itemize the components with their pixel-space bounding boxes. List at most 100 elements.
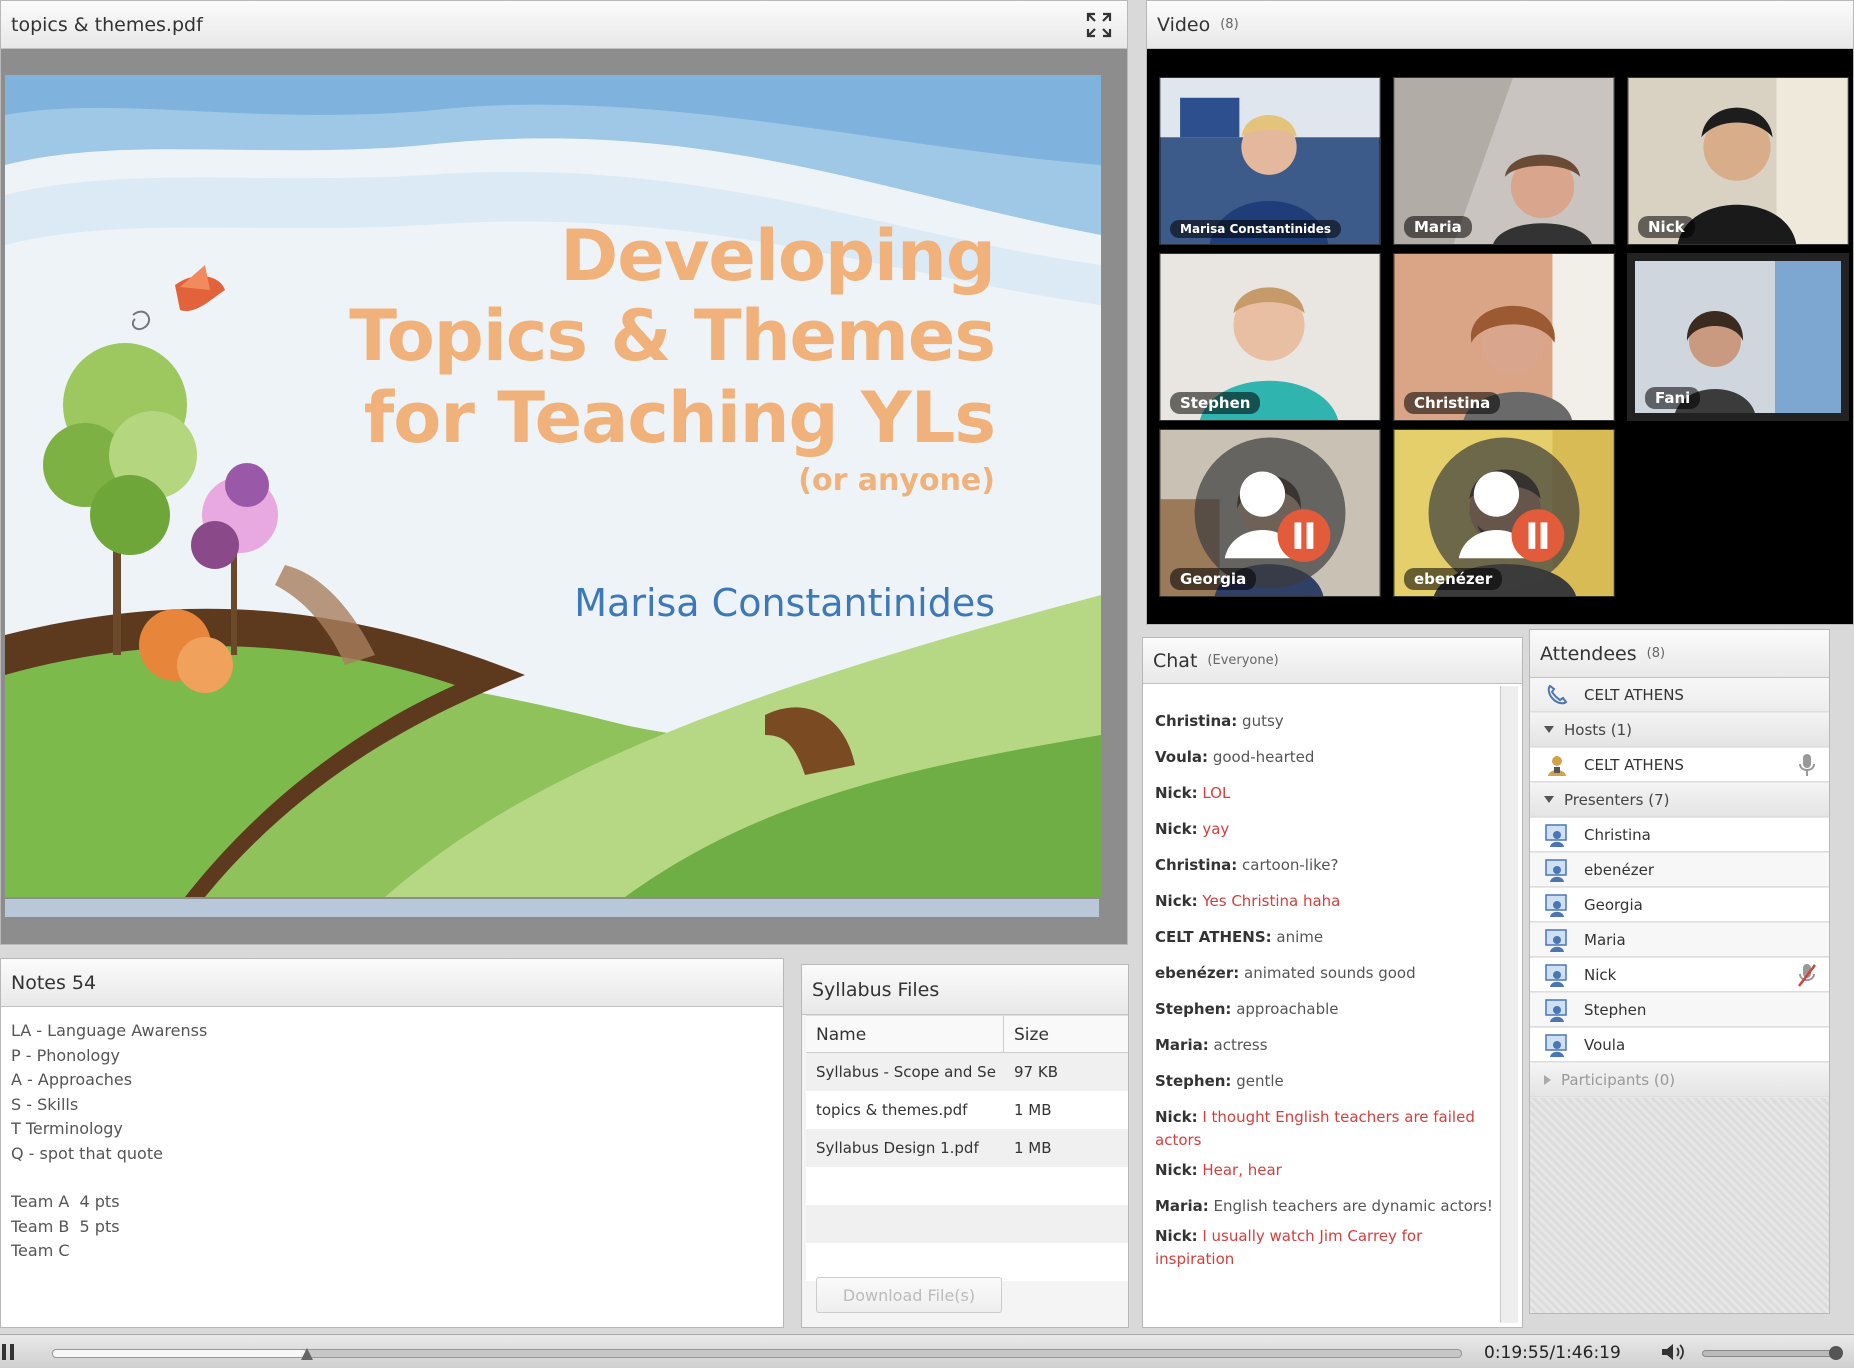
notes-pod-title: Notes 54 [11,971,97,994]
attendee-row-host[interactable]: CELT ATHENS [1530,748,1829,782]
video-pod-header: Video (8) [1147,1,1853,49]
file-size: 1 MB [1014,1101,1052,1119]
playhead-icon[interactable] [300,1348,313,1360]
attendee-row-presenter[interactable]: Voula [1530,1028,1829,1062]
chat-sender: Nick: [1155,1227,1198,1245]
speaker-icon[interactable] [1660,1341,1688,1363]
chat-sender: Christina: [1155,856,1238,874]
attendee-name: Voula [1584,1035,1626,1054]
chat-message: Stephen: approachable [1155,998,1493,1021]
presenter-user-icon [1545,893,1567,917]
chat-pod: Chat (Everyone) Christina: gutsy Voula: g… [1142,637,1523,1328]
video-tile-marisa[interactable]: Marisa Constantinides [1159,77,1381,245]
share-scrollbar[interactable] [5,899,1099,917]
video-name-label: Marisa Constantinides [1170,220,1341,238]
chat-message: Nick: yay [1155,818,1493,841]
presenters-group-header[interactable]: Presenters (7) [1530,783,1829,817]
chat-sender: Stephen: [1155,1000,1232,1018]
empty-file-row [806,1167,1128,1205]
team-score-line: Team B 5 pts [11,1216,120,1236]
volume-slider-thumb[interactable] [1829,1346,1843,1360]
video-tile-ebenezer[interactable]: ebenézer [1393,429,1615,597]
fullscreen-icon[interactable] [1085,11,1113,39]
chat-sender: CELT ATHENS: [1155,928,1272,946]
video-tile-georgia[interactable]: Georgia [1159,429,1381,597]
presenters-label: Presenters (7) [1564,790,1670,809]
presenter-user-icon [1545,1033,1567,1057]
expand-triangle-icon [1544,1074,1551,1085]
chat-pod-header: Chat (Everyone) [1143,638,1522,684]
chat-sender: Voula: [1155,748,1209,766]
column-header-name[interactable]: Name [806,1016,1004,1052]
chat-message: CELT ATHENS: anime [1155,926,1493,949]
chat-message: Christina: gutsy [1155,710,1493,733]
chat-text: good-hearted [1212,748,1315,766]
video-tile-christina[interactable]: Christina [1393,253,1615,421]
chat-sender: Nick: [1155,892,1198,910]
presenter-user-icon [1545,928,1567,952]
chat-sender: ebenézer: [1155,964,1240,982]
volume-slider[interactable] [1702,1346,1843,1360]
download-files-button[interactable]: Download File(s) [816,1277,1002,1313]
video-tile-nick[interactable]: Nick [1627,77,1849,245]
file-row[interactable]: topics & themes.pdf 1 MB [806,1091,1128,1129]
chat-sender: Maria: [1155,1036,1209,1054]
hosts-group-header[interactable]: Hosts (1) [1530,713,1829,747]
file-row[interactable]: Syllabus - Scope and Se 97 KB [806,1053,1128,1091]
video-tile-fani[interactable]: Fani [1627,253,1849,421]
attendee-name: CELT ATHENS [1584,755,1684,774]
files-rows: Syllabus - Scope and Se 97 KB topics & t… [806,1053,1128,1281]
column-header-size[interactable]: Size [1004,1016,1124,1052]
slide-title-line-3: for Teaching YLs [363,377,996,459]
organizer-row[interactable]: CELT ATHENS [1530,678,1829,712]
attendee-row-presenter[interactable]: Nick [1530,958,1829,992]
chat-sender: Maria: [1155,1197,1209,1215]
team-score-line: Team C [11,1241,70,1260]
note-line: P - Phonology [11,1045,120,1065]
chat-message: Voula: good-hearted [1155,746,1493,769]
slide-author: Marisa Constantinides [574,581,995,625]
playback-time: 0:19:55/1:46:19 [1484,1343,1621,1363]
file-row[interactable]: Syllabus Design 1.pdf 1 MB [806,1129,1128,1167]
attendee-row-presenter[interactable]: Christina [1530,818,1829,852]
participants-label: Participants (0) [1561,1070,1676,1089]
video-tile-maria[interactable]: Maria [1393,77,1615,245]
participants-group-header[interactable]: Participants (0) [1530,1063,1829,1097]
video-name-label: Fani [1645,387,1701,409]
chat-text: animated sounds good [1244,964,1416,982]
note-line: A - Approaches [11,1070,133,1089]
pause-icon[interactable] [0,1341,22,1363]
chat-scrollbar[interactable] [1500,686,1518,1323]
chat-sender: Christina: [1155,712,1238,730]
file-size: 97 KB [1014,1063,1058,1081]
video-count: (8) [1220,17,1239,32]
chat-message: Maria: actress [1155,1034,1493,1057]
microphone-icon [1799,754,1815,776]
chat-message: Nick: I thought English teachers are fai… [1155,1106,1493,1152]
chat-text: Yes Christina haha [1202,892,1341,910]
slide-title-line-1: Developing [560,215,996,297]
video-tile-stephen[interactable]: Stephen [1159,253,1381,421]
share-pod-header: topics & themes.pdf [1,1,1127,49]
file-name: Syllabus - Scope and Se [816,1063,996,1081]
attendee-row-presenter[interactable]: Stephen [1530,993,1829,1027]
attendee-row-presenter[interactable]: Georgia [1530,888,1829,922]
chat-text: approachable [1236,1000,1339,1018]
video-name-label: Christina [1404,392,1501,414]
playback-bar: 0:19:55/1:46:19 [0,1334,1854,1368]
note-line: Q - spot that quote [11,1143,163,1163]
presenter-user-icon [1545,998,1567,1022]
note-line: T Terminology [11,1119,123,1138]
attendee-name: Christina [1584,825,1651,844]
chat-text: yay [1202,820,1230,838]
notes-body[interactable]: LA - Language Awarenss P - Phonology A -… [11,1019,207,1264]
chat-message: ebenézer: animated sounds good [1155,962,1493,985]
hosts-label: Hosts (1) [1564,720,1632,739]
video-name-label: ebenézer [1404,568,1503,590]
attendee-name: Georgia [1584,895,1643,914]
attendee-row-presenter[interactable]: Maria [1530,923,1829,957]
phone-icon [1547,684,1568,704]
file-name: Syllabus Design 1.pdf [816,1139,979,1157]
playback-progress-track[interactable] [52,1348,1462,1360]
attendee-row-presenter[interactable]: ebenézer [1530,853,1829,887]
